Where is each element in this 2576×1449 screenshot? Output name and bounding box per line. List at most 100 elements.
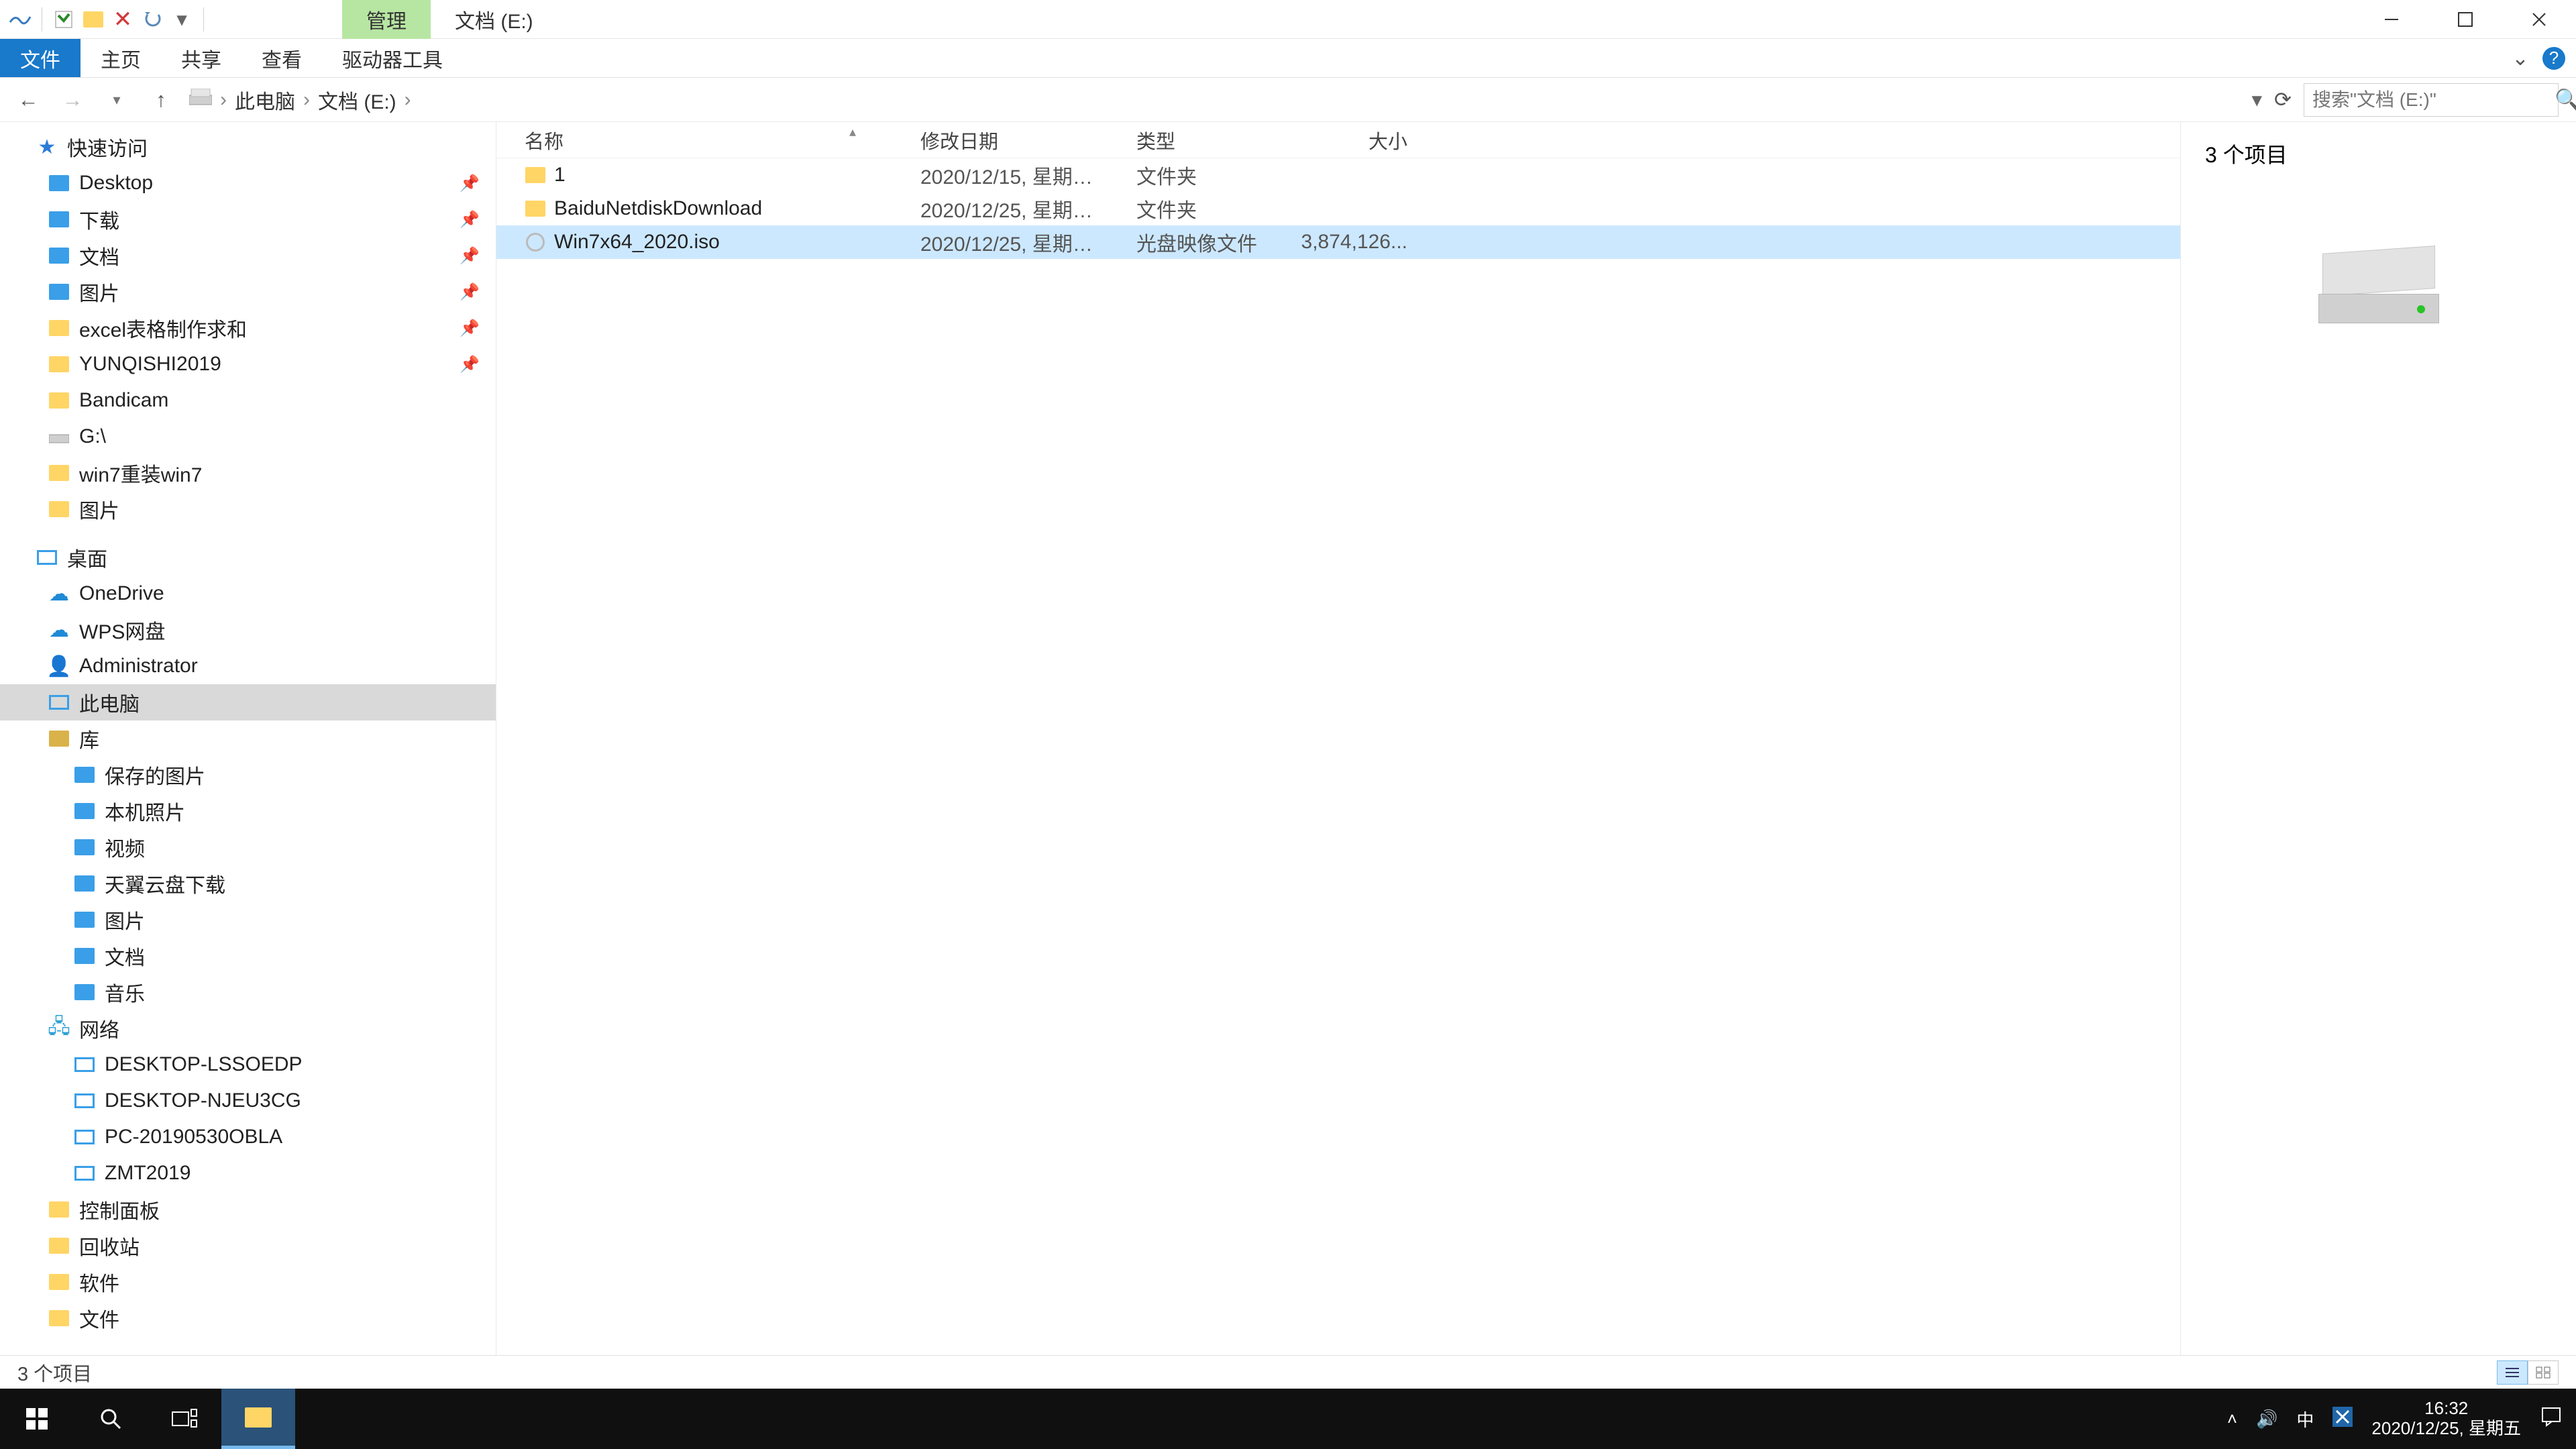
ribbon-context-tab[interactable]: 管理	[342, 0, 431, 39]
tray-ime-indicator[interactable]: 中	[2296, 1407, 2314, 1432]
tree-item[interactable]: ☁ OneDrive	[0, 576, 496, 612]
tree-item[interactable]: ZMT2019	[0, 1155, 496, 1191]
tree-item[interactable]: 👤 Administrator	[0, 648, 496, 684]
ribbon-tab-view[interactable]: 查看	[241, 39, 322, 77]
tree-item[interactable]: 控制面板	[0, 1191, 496, 1228]
column-header-name[interactable]: 名称▴	[496, 126, 892, 154]
ribbon-tab-drive-tools[interactable]: 驱动器工具	[322, 39, 463, 77]
search-input[interactable]	[2312, 89, 2555, 111]
breadcrumb-segment[interactable]: 此电脑	[235, 85, 295, 115]
file-row[interactable]: Win7x64_2020.iso 2020/12/25, 星期五 1... 光盘…	[496, 225, 2180, 259]
tree-desktop[interactable]: 桌面	[0, 539, 496, 576]
ribbon-tab-home[interactable]: 主页	[80, 39, 161, 77]
address-dropdown-icon[interactable]: ▾	[2251, 88, 2262, 112]
taskbar-clock[interactable]: 16:32 2020/12/25, 星期五	[2371, 1399, 2521, 1439]
tree-item[interactable]: 本机照片	[0, 793, 496, 829]
breadcrumb-segment[interactable]: 文档 (E:)	[318, 85, 396, 115]
details-pane: 3 个项目	[2180, 122, 2576, 1355]
tree-item[interactable]: 音乐	[0, 974, 496, 1010]
tree-network[interactable]: 🖧 网络	[0, 1010, 496, 1046]
minimize-button[interactable]	[2355, 0, 2428, 39]
details-item-count: 3 个项目	[2205, 138, 2552, 169]
tree-item[interactable]: YUNQISHI2019 📌	[0, 346, 496, 382]
view-details-button[interactable]	[2497, 1360, 2528, 1385]
taskbar-search-button[interactable]	[74, 1389, 148, 1449]
breadcrumb[interactable]: › 此电脑 › 文档 (E:) ›	[189, 85, 2239, 115]
tree-item-this-pc[interactable]: 此电脑	[0, 684, 496, 720]
view-switcher	[2497, 1360, 2559, 1385]
ribbon-tab-file[interactable]: 文件	[0, 39, 80, 77]
close-button[interactable]	[2502, 0, 2576, 39]
file-row[interactable]: BaiduNetdiskDownload 2020/12/25, 星期五 1..…	[496, 192, 2180, 225]
maximize-button[interactable]	[2428, 0, 2502, 39]
taskbar-explorer-button[interactable]	[221, 1389, 295, 1449]
tree-item[interactable]: 文档	[0, 938, 496, 974]
chevron-right-icon[interactable]: ›	[402, 89, 414, 111]
tree-item[interactable]: 图片 📌	[0, 274, 496, 310]
tree-item[interactable]: ☁ WPS网盘	[0, 612, 496, 648]
nav-back-button[interactable]: ←	[12, 84, 44, 116]
qat-undo-icon[interactable]	[140, 7, 164, 32]
tree-item[interactable]: DESKTOP-NJEU3CG	[0, 1083, 496, 1119]
ribbon-tab-share[interactable]: 共享	[161, 39, 241, 77]
tree-item[interactable]: 保存的图片	[0, 757, 496, 793]
column-header-date[interactable]: 修改日期	[892, 126, 1108, 154]
tree-item[interactable]: Desktop 📌	[0, 165, 496, 201]
chevron-right-icon[interactable]: ›	[301, 89, 313, 111]
file-list[interactable]: 名称▴ 修改日期 类型 大小 1 2020/12/15, 星期二 1... 文件…	[496, 122, 2180, 1355]
search-box[interactable]: 🔍	[2304, 83, 2559, 117]
qat-properties-icon[interactable]	[52, 7, 76, 32]
column-header-type[interactable]: 类型	[1108, 126, 1289, 154]
tray-volume-icon[interactable]: 🔊	[2256, 1409, 2277, 1430]
tree-item[interactable]: 回收站	[0, 1228, 496, 1264]
help-icon[interactable]: ?	[2542, 47, 2565, 70]
clock-time: 16:32	[2371, 1399, 2521, 1419]
nav-forward-button[interactable]: →	[56, 84, 89, 116]
tree-item[interactable]: 下载 📌	[0, 201, 496, 237]
tree-item[interactable]: Bandicam	[0, 382, 496, 419]
folder-icon	[49, 1274, 69, 1290]
folder-icon	[49, 1310, 69, 1326]
action-center-icon[interactable]	[2540, 1405, 2563, 1433]
tree-label: DESKTOP-LSSOEDP	[105, 1053, 303, 1076]
tree-label: 视频	[105, 833, 145, 862]
tree-item[interactable]: PC-20190530OBLA	[0, 1119, 496, 1155]
folder-icon	[49, 284, 69, 300]
tree-label: OneDrive	[79, 582, 164, 605]
qat-delete-icon[interactable]: ✕	[111, 7, 135, 32]
tree-item[interactable]: 文档 📌	[0, 237, 496, 274]
tree-item[interactable]: 软件	[0, 1264, 496, 1300]
start-button[interactable]	[0, 1389, 74, 1449]
tree-item[interactable]: DESKTOP-LSSOEDP	[0, 1046, 496, 1083]
tree-quick-access[interactable]: ★ 快速访问	[0, 129, 496, 165]
tree-item[interactable]: 文件	[0, 1300, 496, 1336]
quick-access-toolbar: ✕ ▾	[0, 7, 208, 32]
tree-item[interactable]: excel表格制作求和 📌	[0, 310, 496, 346]
ribbon-expand-icon[interactable]: ⌄	[2512, 46, 2529, 70]
tray-app-icon[interactable]	[2332, 1407, 2353, 1432]
column-header-size[interactable]: 大小	[1289, 126, 1424, 154]
navigation-tree[interactable]: ★ 快速访问 Desktop 📌 下载 📌 文档 📌 图片 📌 excel表格制…	[0, 122, 496, 1355]
task-view-button[interactable]	[148, 1389, 221, 1449]
tree-item[interactable]: 视频	[0, 829, 496, 865]
chevron-right-icon[interactable]: ›	[217, 89, 229, 111]
tree-item[interactable]: 天翼云盘下载	[0, 865, 496, 902]
nav-recent-dropdown[interactable]: ▾	[101, 84, 133, 116]
qat-dropdown-icon[interactable]: ▾	[170, 7, 194, 32]
refresh-icon[interactable]: ⟳	[2274, 88, 2292, 112]
tree-item[interactable]: 库	[0, 720, 496, 757]
tree-item[interactable]: 图片	[0, 491, 496, 527]
tree-item[interactable]: win7重装win7	[0, 455, 496, 491]
search-icon[interactable]: 🔍	[2555, 87, 2576, 112]
tray-overflow-icon[interactable]: ˄	[2227, 1409, 2237, 1430]
file-row[interactable]: 1 2020/12/15, 星期二 1... 文件夹	[496, 158, 2180, 192]
folder-icon	[525, 167, 545, 183]
tree-item[interactable]: 图片	[0, 902, 496, 938]
status-item-count: 3 个项目	[17, 1358, 92, 1387]
qat-new-folder-icon[interactable]	[81, 7, 105, 32]
view-thumbnails-button[interactable]	[2528, 1360, 2559, 1385]
nav-up-button[interactable]: ↑	[145, 84, 177, 116]
tree-item[interactable]: G:\	[0, 419, 496, 455]
tree-label: 文档	[105, 941, 145, 971]
folder-icon	[49, 465, 69, 481]
